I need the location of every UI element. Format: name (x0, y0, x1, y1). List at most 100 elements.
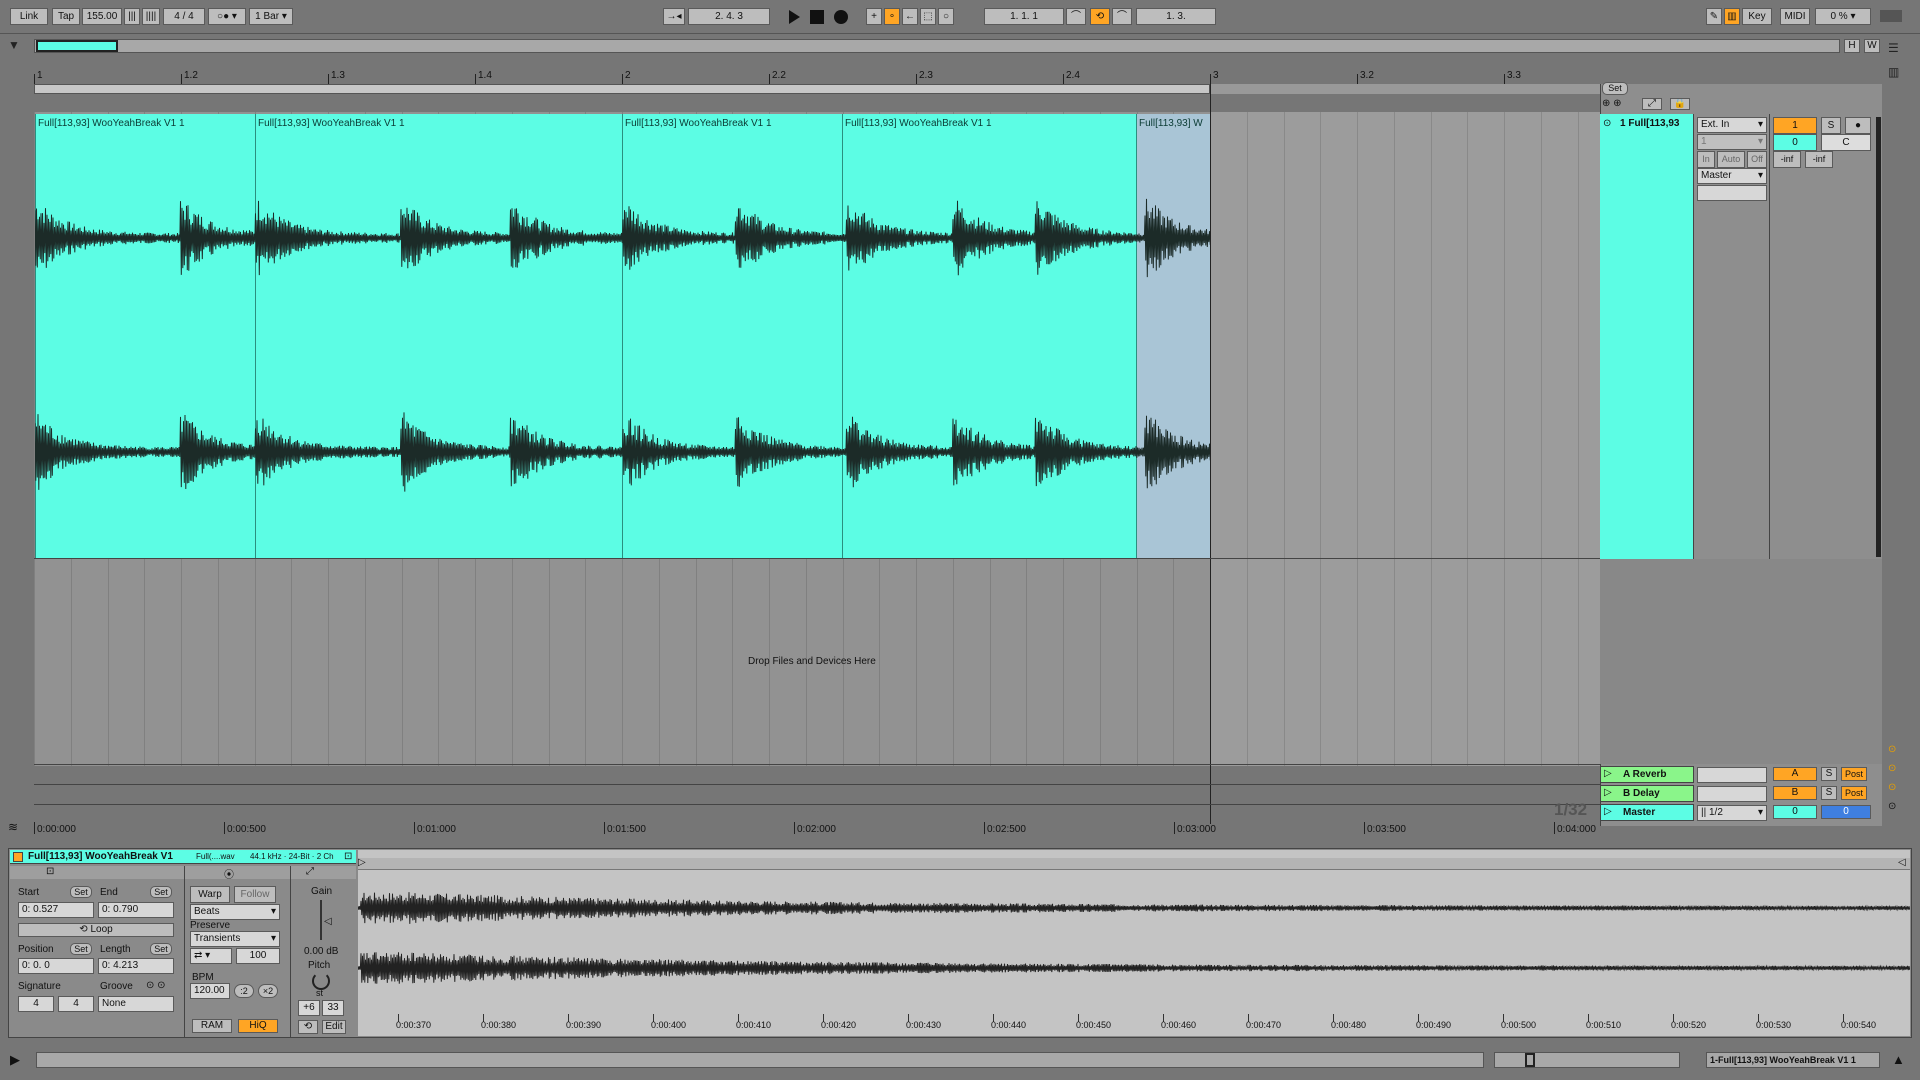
overview-viewport[interactable] (36, 40, 118, 52)
edit-button[interactable]: Edit (322, 1020, 346, 1034)
computer-keyboard-button[interactable]: ▥ (1724, 8, 1740, 25)
loop-switch[interactable]: ⟲ (1090, 8, 1110, 25)
sample-time-ruler[interactable]: 0:00:370 0:00:380 0:00:390 0:00:400 0:00:410… (358, 1014, 1910, 1034)
clip-title-bar[interactable]: Full[113,93] WooYeahBreak V1 Full(....wa… (10, 850, 356, 864)
link-button[interactable]: Link (10, 8, 48, 25)
fold-button[interactable]: ⤢ (1642, 98, 1662, 110)
track-header[interactable]: ⊙ 1 Full[113,93 (1600, 114, 1694, 559)
clip-activator-icon[interactable]: ⊡ (344, 851, 352, 862)
return-activator[interactable]: A (1773, 767, 1817, 781)
browser-toggle[interactable]: ▼ (8, 38, 26, 54)
envelope-field[interactable]: 100 (236, 948, 280, 964)
sample-tab-icon[interactable]: ⦿ (224, 866, 234, 881)
loop-end-marker[interactable]: ◁ (1898, 857, 1906, 868)
return-io[interactable] (1697, 786, 1767, 802)
record-button[interactable] (834, 10, 848, 24)
cue-output-select[interactable]: || 1/2 ▾ (1697, 805, 1767, 821)
draw-mode-button[interactable]: ✎ (1706, 8, 1722, 25)
scroll-arrows[interactable]: ⊕ ⊕ (1602, 98, 1622, 109)
bpm-field[interactable]: 120.00 (190, 983, 230, 999)
overview-w-button[interactable]: W (1864, 39, 1880, 53)
track-activator[interactable]: 1 (1773, 117, 1817, 134)
arrangement-position-field[interactable]: 2. 4. 3 (688, 8, 770, 25)
gain-slider-handle[interactable]: ◁ (324, 916, 332, 927)
signature-denominator[interactable]: 4 (58, 996, 94, 1012)
monitor-off-button[interactable]: Off (1747, 151, 1767, 168)
loop-start-field[interactable]: 1. 1. 1 (984, 8, 1064, 25)
track-fold-icon[interactable]: ▷ (1604, 768, 1612, 779)
warp-mode-select[interactable]: Beats ▾ (190, 904, 280, 920)
loop-button[interactable]: ⟲ Loop (18, 923, 174, 937)
mini-viewport[interactable] (1525, 1053, 1535, 1067)
automation-arm-button[interactable]: ∘ (884, 8, 900, 25)
length-field[interactable]: 0: 4.213 (98, 958, 174, 974)
overdub-button[interactable]: + (866, 8, 882, 25)
monitor-auto-button[interactable]: Auto (1717, 151, 1745, 168)
half-tempo-button[interactable]: :2 (234, 984, 254, 998)
stop-button[interactable] (810, 10, 824, 24)
play-button[interactable] (786, 9, 802, 25)
time-ruler[interactable]: 0:00:000 0:00:500 0:01:000 0:01:500 0:02:000… (34, 822, 1600, 836)
solo-button[interactable]: S (1821, 117, 1841, 134)
nudge-up-button[interactable]: |||| (142, 8, 160, 25)
beat-ruler[interactable]: 1 1.2 1.3 1.4 2 2.2 2.3 2.4 3 3.2 3.3 (34, 70, 1600, 84)
loop-start-marker[interactable]: ▷ (358, 857, 366, 868)
double-tempo-button[interactable]: ×2 (258, 984, 278, 998)
master-volume[interactable]: 0 (1773, 805, 1817, 819)
volume-field[interactable]: 0 (1773, 134, 1817, 151)
status-right-icon[interactable]: ▲ (1892, 1052, 1905, 1067)
tempo-field[interactable]: 155.00 (82, 8, 122, 25)
session-record-button[interactable]: ○ (938, 8, 954, 25)
quantize-select[interactable]: 1 Bar ▾ (249, 8, 293, 25)
envelope-tab-icon[interactable]: ⤢ (306, 866, 314, 877)
end-set-button[interactable]: Set (150, 886, 172, 898)
output-select[interactable]: Master ▾ (1697, 168, 1767, 184)
mixer-toggle[interactable]: ≋ (8, 820, 26, 836)
key-map-button[interactable]: Key (1742, 8, 1772, 25)
status-mini-overview[interactable] (1494, 1052, 1680, 1068)
return-track-header[interactable]: ▷ B Delay (1600, 785, 1694, 802)
return-solo[interactable]: S (1821, 767, 1837, 781)
master-track-lane[interactable] (34, 804, 1600, 822)
loop-length-field[interactable]: 1. 3. (1136, 8, 1216, 25)
transpose-field[interactable]: +6 (298, 1000, 320, 1016)
return-solo[interactable]: S (1821, 786, 1837, 800)
track-fold-icon[interactable]: ⊙ (1603, 118, 1611, 129)
pan-field[interactable]: C (1821, 134, 1871, 151)
arm-button[interactable]: ● (1845, 117, 1871, 134)
position-set-button[interactable]: Set (70, 943, 92, 955)
capture-button[interactable]: ⬚ (920, 8, 936, 25)
reverse-button[interactable]: ⟲ (298, 1020, 318, 1034)
ram-button[interactable]: RAM (192, 1019, 232, 1033)
arrangement-overview[interactable] (34, 39, 1840, 53)
output-channel-select[interactable] (1697, 185, 1767, 201)
sample-editor[interactable]: ▷ ◁ 0:00:370 0:00:380 0:00:390 0:00:400 0:00… (358, 850, 1910, 1036)
return-io[interactable] (1697, 767, 1767, 783)
overview-h-button[interactable]: H (1844, 39, 1860, 53)
return-track-lane[interactable] (34, 764, 1600, 782)
back-to-arrangement-button[interactable]: ← (902, 8, 918, 25)
end-field[interactable]: 0: 0.790 (98, 902, 174, 918)
follow-button[interactable]: →◂ (663, 8, 685, 25)
tap-button[interactable]: Tap (52, 8, 80, 25)
master-track-header[interactable]: ▷ Master (1600, 804, 1694, 821)
nudge-down-button[interactable]: ||| (124, 8, 140, 25)
return-post[interactable]: Post (1841, 786, 1867, 800)
input-type-select[interactable]: Ext. In ▾ (1697, 117, 1767, 133)
transient-loop-select[interactable]: ⇄ ▾ (190, 948, 232, 964)
master-pan[interactable]: 0 (1821, 805, 1871, 819)
return-track-lane[interactable] (34, 784, 1600, 802)
sample-loop-bar[interactable]: ▷ ◁ (358, 857, 1910, 870)
meter-field[interactable]: 4 / 4 (163, 8, 205, 25)
punch-in-button[interactable]: ⌒ (1066, 8, 1086, 25)
set-button[interactable]: Set (1602, 82, 1628, 95)
track-fold-icon[interactable]: ▷ (1604, 787, 1612, 798)
preserve-select[interactable]: Transients ▾ (190, 931, 280, 947)
length-set-button[interactable]: Set (150, 943, 172, 955)
monitor-in-button[interactable]: In (1697, 151, 1715, 168)
track-fold-icon[interactable]: ▷ (1604, 806, 1612, 817)
signature-numerator[interactable]: 4 (18, 996, 54, 1012)
detune-field[interactable]: 33 (322, 1000, 344, 1016)
return-activator[interactable]: B (1773, 786, 1817, 800)
groove-select[interactable]: None (98, 996, 174, 1012)
